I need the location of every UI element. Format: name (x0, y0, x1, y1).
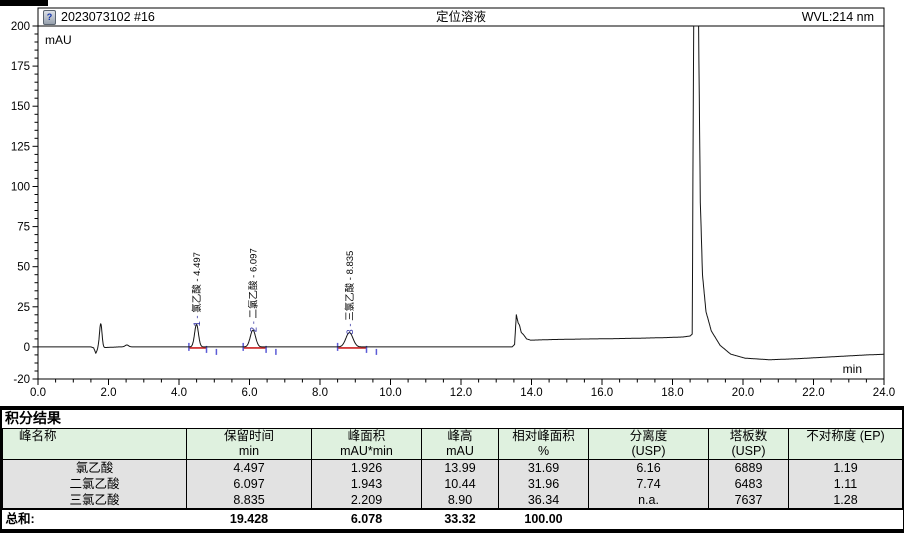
peak-name-cell: 二氯乙酸 (3, 476, 187, 492)
x-tick-label: 12.0 (450, 387, 472, 399)
total-cell: 19.428 (187, 509, 312, 529)
y-tick-label: 100 (11, 182, 30, 194)
result-cell: 6.097 (187, 476, 312, 492)
x-tick-label: 18.0 (661, 387, 683, 399)
total-cell: 100.00 (499, 509, 589, 529)
plot-frame (38, 8, 884, 379)
injection-icon: ? (43, 10, 56, 25)
x-tick-label: 24.0 (873, 387, 895, 399)
result-cell: 7.74 (589, 476, 709, 492)
result-cell: 36.34 (499, 492, 589, 509)
result-cell: 1.943 (312, 476, 422, 492)
integration-results-table: 峰名称保留时间min峰面积mAU*min峰高mAU相对峰面积%分离度(USP)塔… (2, 428, 903, 529)
result-cell: n.a. (589, 492, 709, 509)
y-axis-unit: mAU (45, 33, 72, 47)
result-cell: 31.96 (499, 476, 589, 492)
result-cell: 4.497 (187, 460, 312, 477)
column-header: 相对峰面积% (499, 429, 589, 460)
result-cell: 7637 (709, 492, 789, 509)
x-tick-label: 4.0 (171, 387, 187, 399)
peak-name-cell: 三氯乙酸 (3, 492, 187, 509)
result-cell: 8.90 (422, 492, 499, 509)
result-cell: 10.44 (422, 476, 499, 492)
y-tick-label: -20 (13, 374, 30, 386)
result-cell: 8.835 (187, 492, 312, 509)
peak-label: 2 - 二氯乙酸 - 6.097 (247, 248, 259, 332)
total-cell (789, 509, 903, 529)
y-tick-label: 125 (11, 141, 30, 153)
column-header: 塔板数(USP) (709, 429, 789, 460)
sample-title: 定位溶液 (39, 9, 883, 26)
result-cell: 2.209 (312, 492, 422, 509)
x-tick-label: 6.0 (242, 387, 258, 399)
detector-wavelength: WVL:214 nm (802, 9, 883, 26)
y-tick-label: 25 (17, 302, 30, 314)
y-tick-label: 175 (11, 61, 30, 73)
result-cell: 6889 (709, 460, 789, 477)
sample-id: 2023073102 #16 (61, 9, 155, 26)
results-title: 积分结果 (2, 410, 902, 428)
y-tick-label: 150 (11, 101, 30, 113)
result-cell: 31.69 (499, 460, 589, 477)
peak-label: 3 - 三氯乙酸 - 8.835 (344, 251, 356, 335)
x-tick-label: 2.0 (101, 387, 117, 399)
x-tick-label: 16.0 (591, 387, 613, 399)
column-header: 分离度(USP) (589, 429, 709, 460)
totals-row: 总和:19.4286.07833.32100.00 (3, 509, 903, 529)
x-tick-label: 14.0 (520, 387, 542, 399)
total-cell: 33.32 (422, 509, 499, 529)
column-header: 峰高mAU (422, 429, 499, 460)
result-cell: 6.16 (589, 460, 709, 477)
totals-label: 总和: (3, 509, 187, 529)
total-cell (589, 509, 709, 529)
x-tick-label: 10.0 (379, 387, 401, 399)
column-header: 峰名称 (3, 429, 187, 460)
x-tick-label: 8.0 (312, 387, 328, 399)
column-header: 峰面积mAU*min (312, 429, 422, 460)
chromatogram-trace (38, 26, 884, 360)
x-tick-label: 0.0 (30, 387, 46, 399)
y-tick-label: 200 (11, 21, 30, 33)
chromatogram-header: ? 2023073102 #16 定位溶液 WVL:214 nm (39, 9, 883, 26)
peak-label: 1 - 氯乙酸 - 4.497 (191, 252, 203, 326)
chromatogram-plot[interactable]: -20 0 25 50 75 100 125 150 175 200 0.0 2.0 4.0 6.0 8.0… (0, 0, 906, 404)
integration-results-section: 积分结果 峰名称保留时间min峰面积mAU*min峰高mAU相对峰面积%分离度(… (0, 406, 904, 533)
y-tick-label: 0 (24, 342, 30, 354)
result-cell: 13.99 (422, 460, 499, 477)
column-header: 保留时间min (187, 429, 312, 460)
result-cell: 6483 (709, 476, 789, 492)
result-cell: 1.11 (789, 476, 903, 492)
total-cell: 6.078 (312, 509, 422, 529)
column-header: 不对称度 (EP) (789, 429, 903, 460)
result-cell: 1.926 (312, 460, 422, 477)
x-tick-label: 22.0 (802, 387, 824, 399)
x-axis-unit: min (843, 362, 862, 376)
result-cell: 1.19 (789, 460, 903, 477)
table-row: 氯乙酸4.4971.92613.9931.696.1668891.19 (3, 460, 903, 477)
result-cell: 1.28 (789, 492, 903, 509)
peak-name-cell: 氯乙酸 (3, 460, 187, 477)
table-row: 二氯乙酸6.0971.94310.4431.967.7464831.11 (3, 476, 903, 492)
total-cell (709, 509, 789, 529)
y-tick-label: 50 (17, 262, 30, 274)
y-tick-label: 75 (17, 222, 30, 234)
table-row: 三氯乙酸8.8352.2098.9036.34n.a.76371.28 (3, 492, 903, 509)
x-tick-label: 20.0 (732, 387, 754, 399)
